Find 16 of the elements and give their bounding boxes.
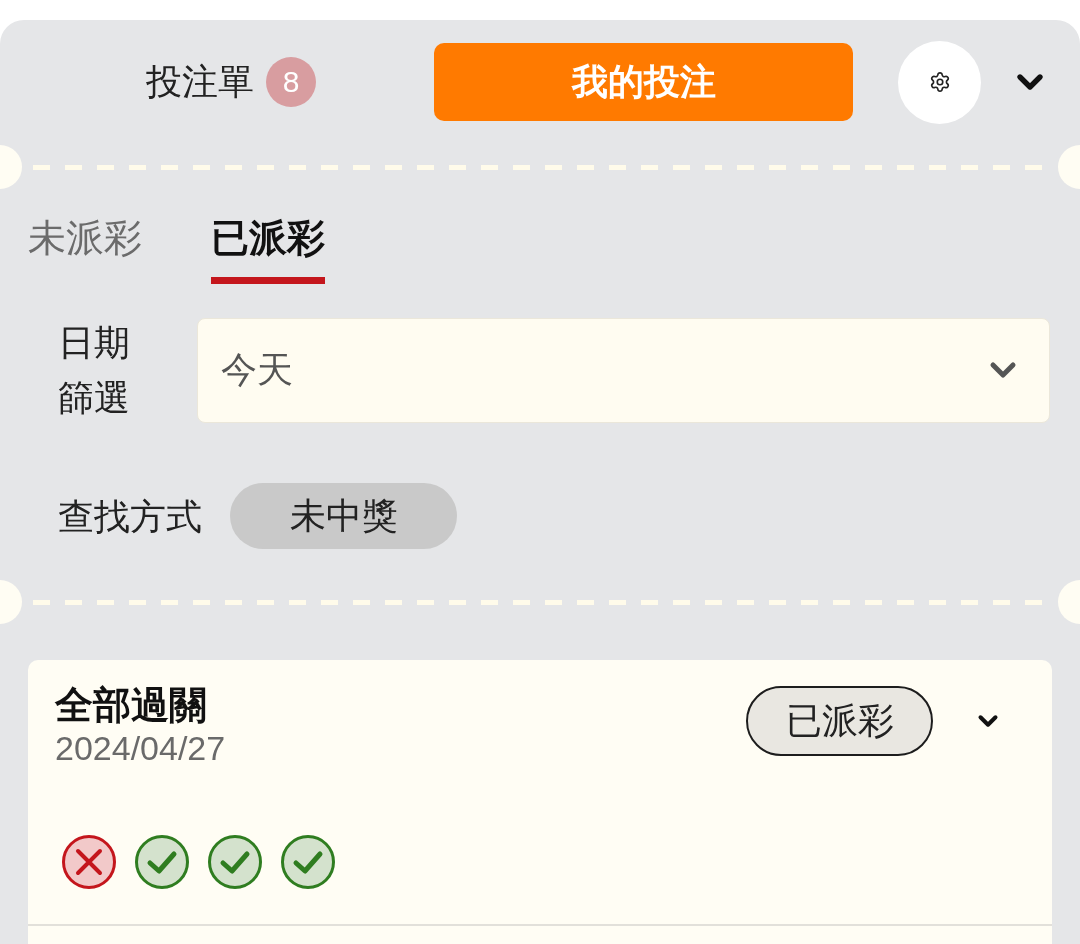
- tab[interactable]: 已派彩: [211, 215, 325, 284]
- ticket-notch: [0, 580, 22, 624]
- bet-type-title: 全部過關: [55, 683, 208, 728]
- count-badge: 8: [266, 57, 316, 107]
- ticket-notch: [0, 145, 22, 189]
- bet-date: 2024/04/27: [55, 728, 226, 768]
- filter-label: 日期篩選: [58, 321, 131, 420]
- settings-icon: [928, 71, 951, 93]
- date-select[interactable]: 今天: [197, 317, 1050, 423]
- status-pill: 已派彩: [746, 686, 933, 756]
- ticket-notch: [1058, 580, 1080, 624]
- filter-chip[interactable]: 未中獎: [230, 483, 457, 549]
- ticket-notch: [1058, 145, 1080, 189]
- filter-label: 查找方式: [58, 494, 202, 539]
- bet-slip-title: 投注單: [146, 60, 254, 104]
- tab[interactable]: 未派彩: [28, 215, 142, 284]
